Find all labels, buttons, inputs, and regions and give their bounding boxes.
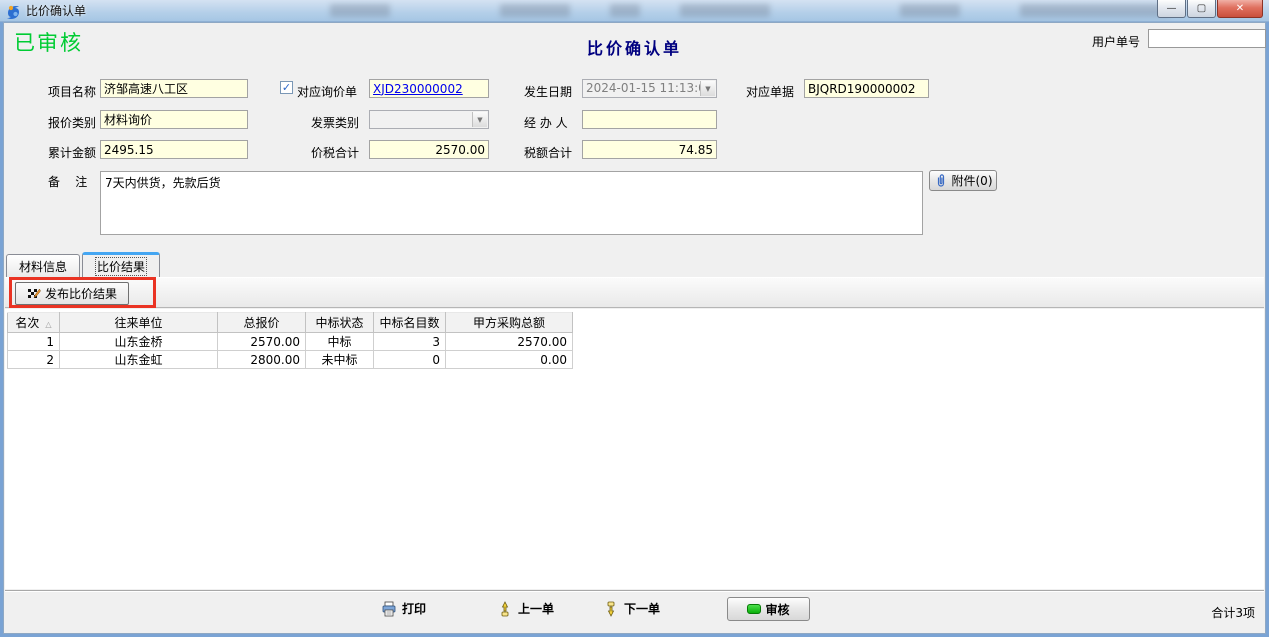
column-header-purchase-total[interactable]: 甲方采购总额 [446,313,573,333]
app-icon [5,3,21,19]
table-cell: 2 [8,351,60,369]
project-name-label: 项目名称 [48,83,96,100]
paperclip-icon [934,174,948,188]
table-row[interactable]: 1山东金桥2570.00中标32570.00 [8,333,573,351]
publish-icon [27,287,41,301]
table-cell: 2570.00 [446,333,573,351]
print-button-label: 打印 [402,600,426,617]
form-client-area: 已审核 比价确认单 用户单号 项目名称 ✓ 对应询价单 发生日期 2024-01… [3,22,1266,634]
column-header-bid-status[interactable]: 中标状态 [306,313,374,333]
comparison-table: 名次△ 往来单位 总报价 中标状态 中标名目数 甲方采购总额 1山东金桥2570… [7,312,573,369]
sort-ascending-icon: △ [45,320,51,329]
quote-type-input[interactable] [100,110,248,129]
column-header-bid-count[interactable]: 中标名目数 [374,313,446,333]
remark-label: 备 注 [48,173,87,190]
hand-down-icon [603,601,619,617]
handler-input[interactable] [582,110,717,129]
inquiry-ref-checkbox[interactable]: ✓ [280,81,293,94]
table-cell: 山东金桥 [60,333,218,351]
previous-doc-button[interactable]: 上一单 [497,600,554,617]
print-button[interactable]: 打印 [381,600,426,617]
chevron-down-icon: ▼ [477,116,482,124]
invoice-type-label: 发票类别 [311,114,359,131]
window-title: 比价确认单 [26,2,86,19]
app-window: 比价确认单 — ▢ ✕ 已审核 比价确认单 用户单号 项目名称 ✓ 对应询价单 … [0,0,1269,637]
close-icon: ✕ [1236,3,1244,14]
total-amount-label: 累计金额 [48,144,96,161]
invoice-type-combo[interactable]: ▼ [369,110,489,129]
total-count-label: 合计3项 [1211,604,1255,621]
hand-up-icon [497,601,513,617]
tab-material-info[interactable]: 材料信息 [6,254,80,277]
table-cell: 3 [374,333,446,351]
maximize-button[interactable]: ▢ [1187,0,1216,18]
chevron-down-icon: ▼ [705,85,710,93]
occur-date-value: 2024-01-15 11:13:09 [586,81,713,95]
ref-doc-label: 对应单据 [746,83,794,100]
minimize-icon: — [1167,3,1177,14]
audit-button-label: 审核 [765,601,789,618]
printer-icon [381,601,397,617]
maximize-icon: ▢ [1197,3,1206,14]
attachment-button-label: 附件(0) [952,172,993,189]
user-no-label: 用户单号 [1092,33,1140,50]
tab-comparison-result[interactable]: 比价结果 [82,252,160,277]
table-cell: 山东金虹 [60,351,218,369]
footer-bar: 打印 上一单 下一单 审核 合计3项 [5,590,1264,632]
occur-date-label: 发生日期 [524,83,572,100]
tax-total-input[interactable] [582,140,717,159]
table-header-row: 名次△ 往来单位 总报价 中标状态 中标名目数 甲方采购总额 [8,313,573,333]
column-header-rank[interactable]: 名次△ [8,313,60,333]
result-grid-panel: 名次△ 往来单位 总报价 中标状态 中标名目数 甲方采购总额 1山东金桥2570… [5,309,1264,589]
handler-label: 经 办 人 [524,114,568,131]
publish-result-label: 发布比价结果 [45,285,117,302]
table-cell: 中标 [306,333,374,351]
quote-type-label: 报价类别 [48,114,96,131]
audit-button[interactable]: 审核 [727,597,810,621]
titlebar-glass-artifact [610,4,640,17]
table-cell: 未中标 [306,351,374,369]
tab-bar: 材料信息 比价结果 [4,252,1265,277]
titlebar-glass-artifact [680,4,770,17]
tab-label: 比价结果 [95,257,147,276]
next-doc-label: 下一单 [624,600,660,617]
result-toolbar: 发布比价结果 [5,277,1264,308]
user-no-input[interactable] [1148,29,1266,48]
tax-total-label: 税额合计 [524,144,572,161]
column-header-total-quote[interactable]: 总报价 [218,313,306,333]
titlebar-glass-artifact [500,4,570,17]
page-title: 比价确认单 [4,35,1265,59]
attachment-button[interactable]: 附件(0) [929,170,997,191]
audit-icon [747,604,761,614]
table-cell: 2570.00 [218,333,306,351]
inquiry-ref-input[interactable] [369,79,489,98]
total-amount-input[interactable] [100,140,248,159]
titlebar-glass-artifact [1020,4,1170,17]
table-cell: 0.00 [446,351,573,369]
table-cell: 0 [374,351,446,369]
check-icon: ✓ [282,82,291,93]
title-bar[interactable]: 比价确认单 — ▢ ✕ [0,0,1269,22]
table-cell: 2800.00 [218,351,306,369]
close-button[interactable]: ✕ [1217,0,1263,18]
titlebar-glass-artifact [330,4,390,17]
price-tax-total-input[interactable] [369,140,489,159]
remark-textarea[interactable]: 7天内供货，先款后货 [100,171,923,235]
column-header-supplier[interactable]: 往来单位 [60,313,218,333]
inquiry-ref-label: 对应询价单 [297,83,357,100]
next-doc-button[interactable]: 下一单 [603,600,660,617]
table-row[interactable]: 2山东金虹2800.00未中标00.00 [8,351,573,369]
titlebar-glass-artifact [900,4,960,17]
publish-result-button[interactable]: 发布比价结果 [15,282,129,305]
previous-doc-label: 上一单 [518,600,554,617]
table-cell: 1 [8,333,60,351]
ref-doc-input[interactable] [804,79,929,98]
table-body: 1山东金桥2570.00中标32570.002山东金虹2800.00未中标00.… [8,333,573,369]
price-tax-total-label: 价税合计 [311,144,359,161]
tab-label: 材料信息 [19,258,67,275]
occur-date-combo[interactable]: 2024-01-15 11:13:09 ▼ [582,79,717,98]
minimize-button[interactable]: — [1157,0,1186,18]
project-name-input[interactable] [100,79,248,98]
